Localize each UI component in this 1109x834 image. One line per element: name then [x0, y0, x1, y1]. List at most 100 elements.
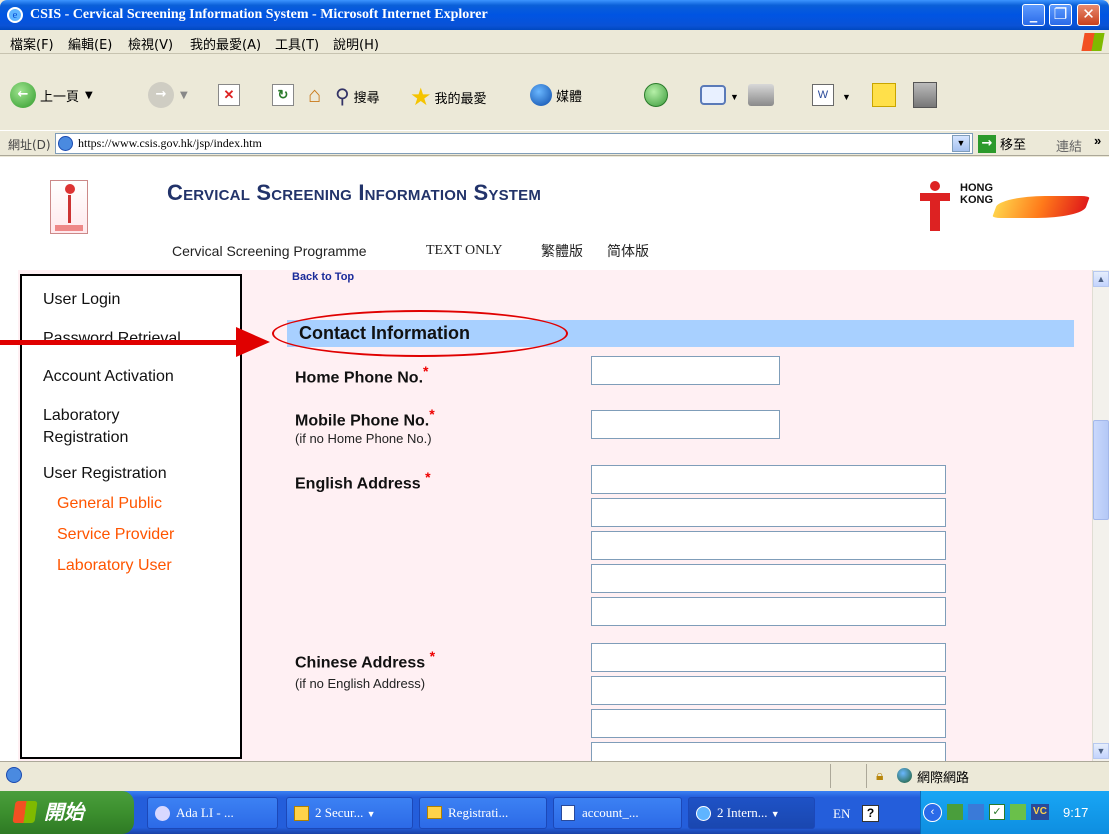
windows-logo-icon: [1081, 33, 1105, 51]
menu-help[interactable]: 說明(H): [333, 34, 379, 53]
star-icon: ★: [410, 83, 432, 111]
research-icon[interactable]: [913, 82, 937, 108]
mail-icon[interactable]: [700, 85, 726, 105]
maximize-button[interactable]: ❐: [1049, 4, 1072, 26]
edit-dropdown-icon[interactable]: ▼: [842, 92, 851, 102]
status-divider: [830, 764, 831, 788]
back-label: 上一頁: [40, 89, 80, 105]
status-divider: [866, 764, 867, 788]
clock[interactable]: 9:17: [1063, 805, 1088, 820]
media-label: 媒體: [556, 89, 583, 105]
menu-favorites[interactable]: 我的最愛(A): [190, 34, 261, 53]
chinese-address-line-4[interactable]: [591, 742, 946, 761]
scroll-up-icon[interactable]: ▲: [1093, 271, 1109, 287]
nav-simplified[interactable]: 简体版: [607, 241, 649, 261]
page-icon: [58, 136, 73, 151]
english-address-label: English Address *: [295, 469, 431, 493]
tray-vc-icon[interactable]: VC: [1031, 804, 1049, 820]
menu-view[interactable]: 檢視(V): [128, 34, 173, 53]
globe-icon: [897, 768, 912, 783]
address-url: https://www.csis.gov.hk/jsp/index.htm: [78, 136, 262, 150]
scroll-down-icon[interactable]: ▼: [1093, 743, 1109, 759]
go-arrow-icon: →: [978, 134, 996, 153]
go-button[interactable]: → 移至: [978, 134, 1026, 153]
media-button[interactable]: 媒體: [530, 84, 582, 106]
word-doc-icon: [561, 805, 575, 821]
english-address-line-1[interactable]: [591, 465, 946, 494]
chinese-address-line-1[interactable]: [591, 643, 946, 672]
english-address-line-4[interactable]: [591, 564, 946, 593]
chevron-right-icon[interactable]: »: [1094, 133, 1101, 148]
menu-edit[interactable]: 編輯(E): [68, 34, 112, 53]
history-icon[interactable]: [644, 83, 668, 107]
refresh-icon[interactable]: ↻: [272, 84, 294, 106]
chinese-address-line-3[interactable]: [591, 709, 946, 738]
language-indicator[interactable]: EN: [833, 806, 850, 822]
hk-figure-logo: [920, 181, 950, 231]
tray-expand-icon[interactable]: ‹: [923, 803, 942, 822]
home-phone-label: Home Phone No.*: [295, 363, 429, 387]
tray-security-icon[interactable]: [1010, 804, 1026, 820]
windows-start-icon: [12, 801, 38, 823]
help-icon[interactable]: ?: [862, 805, 879, 822]
back-button[interactable]: ← 上一頁 ▼: [10, 82, 93, 108]
sidebar-item-password-retrieval[interactable]: Password Retrieval: [43, 328, 181, 350]
hk-logo-text: HONG KONG: [960, 182, 993, 206]
english-address-line-3[interactable]: [591, 531, 946, 560]
annotation-circle: [272, 310, 568, 357]
menu-tools[interactable]: 工具(T): [275, 34, 319, 53]
mail-dropdown-icon[interactable]: ▼: [730, 92, 739, 102]
word-edit-icon[interactable]: W: [812, 84, 834, 106]
english-address-line-2[interactable]: [591, 498, 946, 527]
sidebar-item-user-registration[interactable]: User Registration: [43, 463, 167, 485]
mobile-phone-input[interactable]: [591, 410, 780, 439]
window-title-bar[interactable]: CSIS - Cervical Screening Information Sy…: [0, 0, 1109, 30]
annotation-arrow-head: [236, 327, 270, 357]
chat-icon: [155, 806, 170, 821]
nav-programme[interactable]: Cervical Screening Programme: [172, 243, 367, 259]
sidebar-sub-laboratory-user[interactable]: Laboratory User: [57, 555, 172, 577]
ie-icon: e: [7, 7, 23, 23]
home-icon[interactable]: ⌂: [308, 83, 321, 107]
address-dropdown-icon[interactable]: ▼: [952, 135, 970, 152]
sidebar-sub-general-public[interactable]: General Public: [57, 493, 162, 515]
tray-check-icon[interactable]: ✓: [989, 804, 1005, 820]
forward-button[interactable]: → ▼: [148, 82, 188, 108]
sidebar-item-account-activation[interactable]: Account Activation: [43, 366, 174, 388]
sidebar-item-laboratory-registration[interactable]: Laboratory Registration: [43, 405, 193, 449]
chinese-address-line-2[interactable]: [591, 676, 946, 705]
folder-icon: [294, 806, 309, 821]
english-address-line-5[interactable]: [591, 597, 946, 626]
go-label: 移至: [1000, 138, 1027, 153]
stop-icon[interactable]: ✕: [218, 84, 240, 106]
folder-icon: [427, 806, 442, 819]
required-star: *: [429, 648, 436, 664]
favorites-button[interactable]: ★ 我的最愛: [410, 83, 487, 111]
menu-file[interactable]: 檔案(F): [10, 34, 54, 53]
minimize-button[interactable]: _: [1022, 4, 1045, 26]
close-button[interactable]: ✕: [1077, 4, 1100, 26]
programme-logo: [50, 180, 88, 234]
forward-dropdown-icon[interactable]: ▼: [180, 90, 188, 101]
home-phone-input[interactable]: [591, 356, 780, 385]
media-icon: [530, 84, 552, 106]
search-button[interactable]: ⚲ 搜尋: [335, 84, 380, 108]
note-icon[interactable]: [872, 83, 896, 107]
required-star: *: [423, 363, 429, 379]
lock-icon: 🔒︎: [876, 767, 884, 783]
sidebar-sub-service-provider[interactable]: Service Provider: [57, 524, 174, 546]
back-dropdown-icon[interactable]: ▼: [85, 90, 93, 101]
ie-task-icon: [696, 806, 711, 821]
chinese-address-note: (if no English Address): [295, 676, 426, 691]
mobile-phone-label: Mobile Phone No.*: [295, 406, 435, 430]
print-icon[interactable]: [748, 84, 774, 106]
back-to-top-link[interactable]: Back to Top: [292, 271, 354, 283]
tray-network-icon[interactable]: [947, 804, 963, 820]
address-input[interactable]: https://www.csis.gov.hk/jsp/index.htm: [55, 133, 973, 154]
tray-app-icon[interactable]: [968, 804, 984, 820]
nav-traditional[interactable]: 繁體版: [541, 241, 583, 261]
sidebar-item-user-login[interactable]: User Login: [43, 289, 120, 311]
scroll-thumb[interactable]: [1093, 420, 1109, 520]
nav-text-only[interactable]: TEXT ONLY: [426, 243, 503, 259]
links-label[interactable]: 連結: [1056, 136, 1082, 155]
